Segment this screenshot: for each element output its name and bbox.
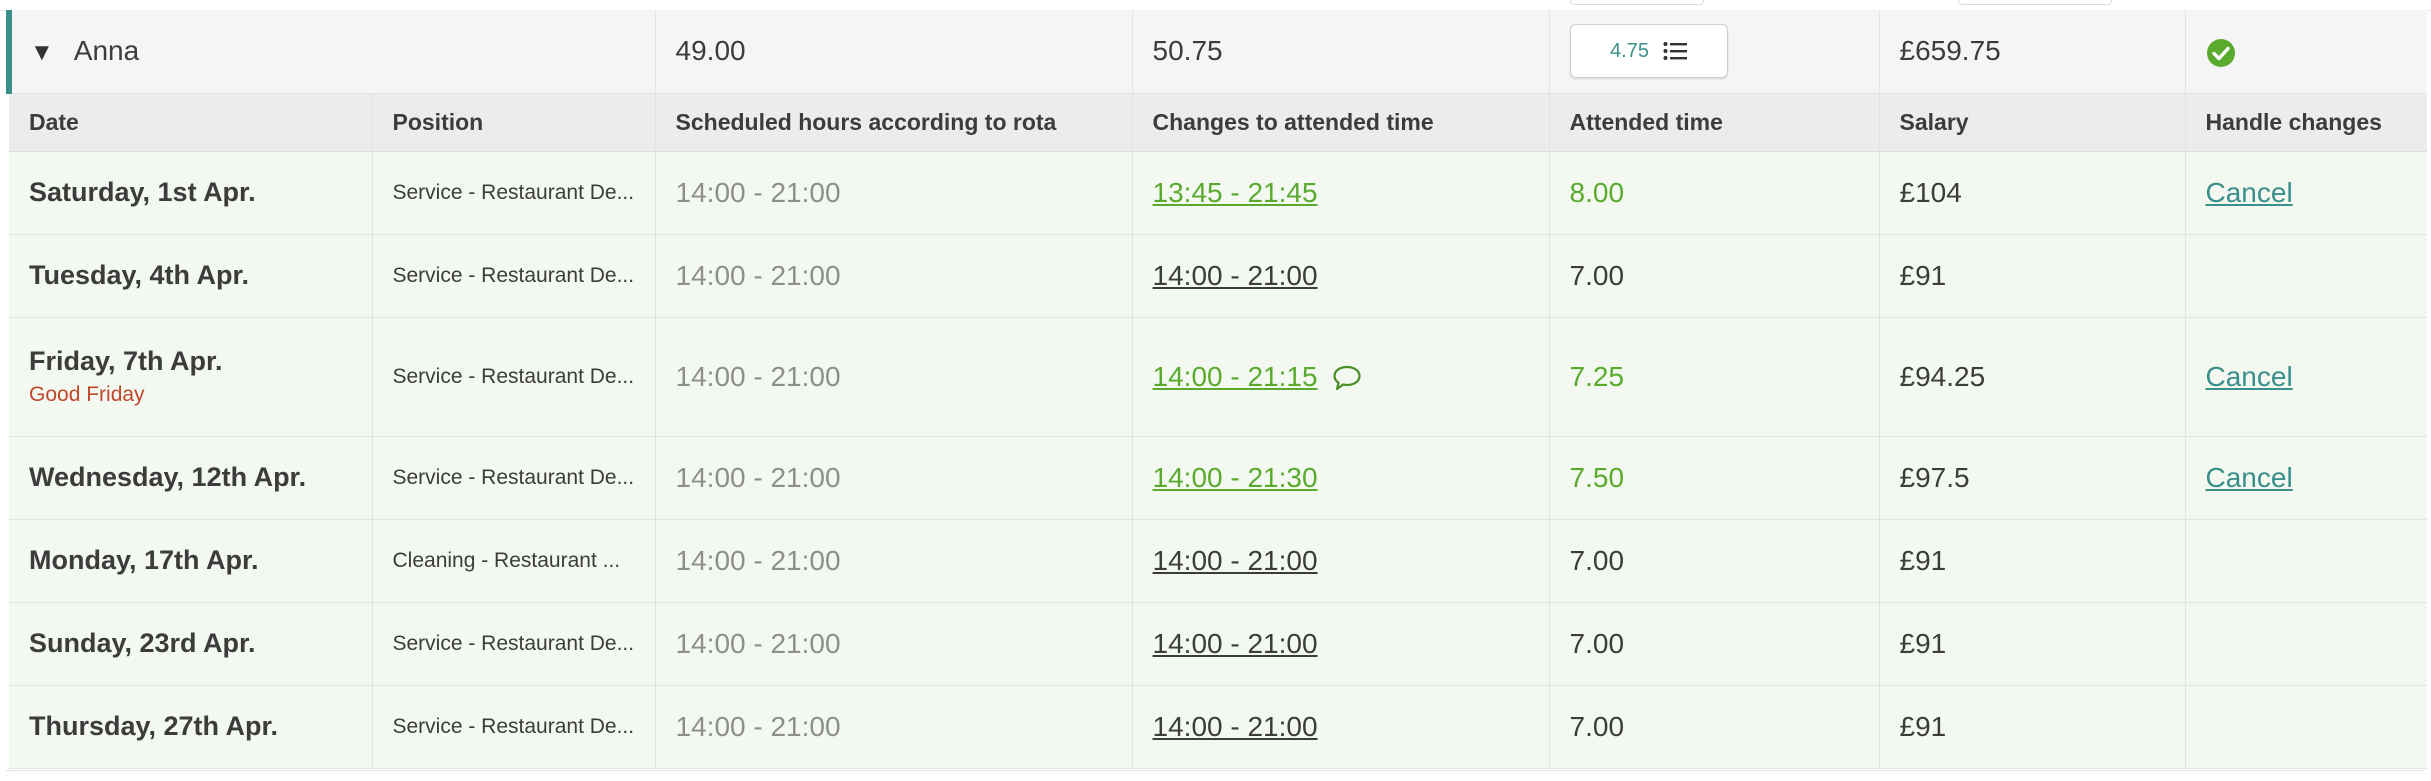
previous-row-button-edge	[1958, 0, 2112, 5]
row-date: Thursday, 27th Apr.	[9, 685, 373, 769]
row-date: Friday, 7th Apr.	[29, 346, 223, 376]
edit-time-link[interactable]: 14:00 - 21:15	[1153, 361, 1318, 392]
row-position: Service - Restaurant De...	[372, 436, 656, 520]
row-action-cell	[2185, 519, 2428, 603]
row-date: Monday, 17th Apr.	[9, 519, 373, 603]
row-changes-cell: 14:00 - 21:00	[1132, 685, 1550, 769]
row-scheduled: 14:00 - 21:00	[655, 602, 1133, 686]
row-scheduled: 14:00 - 21:00	[655, 151, 1133, 235]
salary-total: £659.75	[1879, 10, 2186, 94]
table-header: Date Position Scheduled hours according …	[9, 93, 2428, 152]
edit-time-link[interactable]: 14:00 - 21:00	[1153, 545, 1318, 576]
row-changes-cell: 14:00 - 21:00	[1132, 234, 1550, 318]
column-header-position: Position	[372, 93, 656, 152]
row-salary: £91	[1879, 234, 2186, 318]
row-action-cell	[2185, 685, 2428, 769]
column-header-date: Date	[9, 93, 373, 152]
table-row: Monday, 17th Apr. Cleaning - Restaurant …	[9, 519, 2428, 603]
edit-time-link[interactable]: 14:00 - 21:30	[1153, 462, 1318, 493]
changes-total: 50.75	[1132, 10, 1550, 94]
table-row: Wednesday, 12th Apr. Service - Restauran…	[9, 436, 2428, 520]
row-attended: 7.50	[1549, 436, 1880, 520]
comment-icon[interactable]	[1332, 364, 1362, 392]
row-position: Service - Restaurant De...	[372, 234, 656, 318]
table-row: Saturday, 1st Apr. Service - Restaurant …	[9, 151, 2428, 235]
check-circle-icon	[2206, 38, 2235, 67]
row-position: Service - Restaurant De...	[372, 317, 656, 437]
row-action-cell: Cancel	[2185, 436, 2428, 520]
cancel-change-link[interactable]: Cancel	[2206, 462, 2293, 493]
approval-cell	[2185, 10, 2428, 94]
edit-time-link[interactable]: 14:00 - 21:00	[1153, 260, 1318, 291]
row-attended: 7.25	[1549, 317, 1880, 437]
row-scheduled: 14:00 - 21:00	[655, 685, 1133, 769]
row-changes-cell: 14:00 - 21:00	[1132, 519, 1550, 603]
row-attended: 7.00	[1549, 685, 1880, 769]
column-header-attended: Attended time	[1549, 93, 1880, 152]
row-changes-cell: 14:00 - 21:30	[1132, 436, 1550, 520]
table-row: Sunday, 23rd Apr. Service - Restaurant D…	[9, 602, 2428, 686]
attended-badge-value: 4.75	[1610, 39, 1649, 62]
column-header-salary: Salary	[1879, 93, 2186, 152]
row-position: Service - Restaurant De...	[372, 602, 656, 686]
row-date: Wednesday, 12th Apr.	[9, 436, 373, 520]
holiday-label: Good Friday	[29, 383, 145, 406]
row-position: Cleaning - Restaurant ...	[372, 519, 656, 603]
row-changes-cell: 14:00 - 21:00	[1132, 602, 1550, 686]
employee-name: Anna	[73, 35, 140, 67]
edit-time-link[interactable]: 14:00 - 21:00	[1153, 628, 1318, 659]
column-header-scheduled: Scheduled hours according to rota	[655, 93, 1133, 152]
row-action-cell	[2185, 234, 2428, 318]
row-salary: £91	[1879, 685, 2186, 769]
employee-summary-row[interactable]: ▼ Anna 49.00 50.75 4.75 £659.75	[5, 10, 2428, 94]
attended-cell: 4.75	[1549, 10, 1880, 94]
row-attended: 8.00	[1549, 151, 1880, 235]
edit-time-link[interactable]: 14:00 - 21:00	[1153, 711, 1318, 742]
row-changes-cell: 13:45 - 21:45	[1132, 151, 1550, 235]
attendance-panel: ▼ Anna 49.00 50.75 4.75 £659.75 Date Pos…	[0, 0, 2431, 781]
row-position: Service - Restaurant De...	[372, 685, 656, 769]
column-header-handle-changes: Handle changes	[2185, 93, 2428, 152]
cancel-change-link[interactable]: Cancel	[2206, 361, 2293, 392]
row-action-cell: Cancel	[2185, 317, 2428, 437]
row-salary: £91	[1879, 602, 2186, 686]
row-attended: 7.00	[1549, 602, 1880, 686]
edit-time-link[interactable]: 13:45 - 21:45	[1153, 177, 1318, 208]
row-salary: £97.5	[1879, 436, 2186, 520]
row-salary: £104	[1879, 151, 2186, 235]
cancel-change-link[interactable]: Cancel	[2206, 177, 2293, 208]
next-row-edge	[6, 770, 2424, 781]
row-salary: £91	[1879, 519, 2186, 603]
row-scheduled: 14:00 - 21:00	[655, 519, 1133, 603]
row-date: Sunday, 23rd Apr.	[9, 602, 373, 686]
table-row: Thursday, 27th Apr. Service - Restaurant…	[9, 685, 2428, 769]
row-date: Saturday, 1st Apr.	[9, 151, 373, 235]
row-action-cell	[2185, 602, 2428, 686]
row-date: Tuesday, 4th Apr.	[9, 234, 373, 318]
row-action-cell: Cancel	[2185, 151, 2428, 235]
row-scheduled: 14:00 - 21:00	[655, 317, 1133, 437]
column-header-changes: Changes to attended time	[1132, 93, 1550, 152]
row-scheduled: 14:00 - 21:00	[655, 436, 1133, 520]
attendance-table: ▼ Anna 49.00 50.75 4.75 £659.75 Date Pos…	[5, 10, 2428, 769]
row-attended: 7.00	[1549, 519, 1880, 603]
table-row: Friday, 7th Apr. Good Friday Service - R…	[9, 317, 2428, 437]
row-attended: 7.00	[1549, 234, 1880, 318]
row-scheduled: 14:00 - 21:00	[655, 234, 1133, 318]
list-icon	[1663, 42, 1687, 61]
caret-down-icon[interactable]: ▼	[30, 39, 54, 67]
row-position: Service - Restaurant De...	[372, 151, 656, 235]
table-row: Tuesday, 4th Apr. Service - Restaurant D…	[9, 234, 2428, 318]
row-salary: £94.25	[1879, 317, 2186, 437]
employee-name-cell[interactable]: ▼ Anna	[5, 10, 656, 94]
previous-row-button-edge	[1570, 0, 1704, 5]
scheduled-total: 49.00	[655, 10, 1133, 94]
attended-hours-button[interactable]: 4.75	[1569, 24, 1728, 79]
row-date-cell: Friday, 7th Apr. Good Friday	[9, 317, 373, 437]
row-changes-cell: 14:00 - 21:15	[1132, 317, 1550, 437]
